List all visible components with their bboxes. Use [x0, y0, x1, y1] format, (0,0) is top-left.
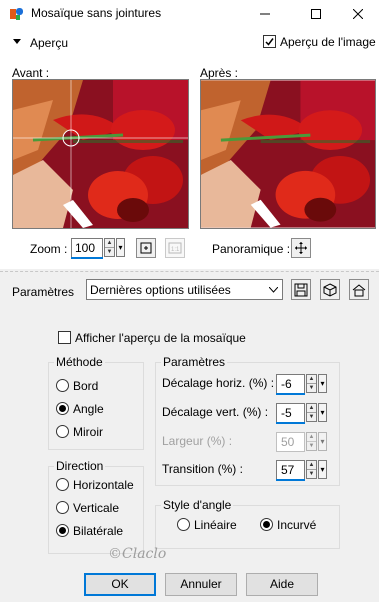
method-radio-1[interactable] — [56, 402, 69, 415]
actual-size-icon: 1:1 — [168, 242, 182, 254]
h-offset-input[interactable]: -6 — [276, 374, 305, 394]
show-image-preview-checkbox[interactable] — [263, 35, 276, 48]
title-bar: Mosaïque sans jointures — [0, 0, 379, 28]
corner-style-group-title: Style d'angle — [161, 498, 234, 512]
reset-button[interactable] — [349, 279, 369, 300]
method-option-label[interactable]: Angle — [73, 402, 104, 416]
width-label: Largeur (%) : — [162, 434, 233, 448]
direction-radio-2[interactable] — [56, 524, 69, 537]
close-button[interactable] — [335, 0, 379, 28]
window-title: Mosaïque sans jointures — [31, 6, 162, 20]
direction-radio-0[interactable] — [56, 478, 69, 491]
svg-text:1:1: 1:1 — [171, 247, 180, 253]
zoom-label: Zoom : — [30, 242, 68, 256]
zoom-fit-button[interactable] — [136, 238, 156, 258]
show-image-preview-label: Aperçu de l'image — [280, 35, 376, 49]
chevron-down-icon — [269, 287, 278, 293]
before-preview-image[interactable] — [12, 79, 189, 229]
method-option-label[interactable]: Miroir — [73, 425, 103, 439]
parameters-group-title: Paramètres — [161, 355, 228, 369]
collapse-arrow-icon[interactable] — [12, 38, 22, 46]
h-offset-dropdown-arrow[interactable]: ▾ — [318, 374, 327, 393]
width-spinner[interactable]: ▲ ▼ — [306, 432, 317, 451]
corner_style-option-label[interactable]: Incurvé — [277, 518, 316, 532]
corner_style-radio-0[interactable] — [177, 518, 190, 531]
v-offset-dropdown-arrow[interactable]: ▾ — [318, 403, 327, 422]
help-button[interactable]: Aide — [246, 573, 318, 596]
ok-button[interactable]: OK — [84, 573, 156, 596]
direction-option-label[interactable]: Horizontale — [73, 478, 134, 492]
section-divider — [0, 271, 379, 272]
zoom-dropdown-arrow[interactable]: ▾ — [116, 238, 125, 257]
transition-underline — [276, 479, 305, 481]
transition-input[interactable]: 57 — [276, 460, 305, 480]
transition-spinner[interactable]: ▲ ▼ — [306, 460, 317, 479]
v-offset-input[interactable]: -5 — [276, 403, 305, 423]
h-offset-label: Décalage horiz. (%) : — [162, 376, 275, 390]
width-input[interactable]: 50 — [276, 432, 305, 452]
h-offset-spinner[interactable]: ▲ ▼ — [306, 374, 317, 393]
minimize-icon — [260, 13, 270, 15]
corner_style-option-label[interactable]: Linéaire — [194, 518, 237, 532]
after-label: Après : — [200, 66, 239, 80]
direction-group-title: Direction — [54, 459, 106, 473]
before-label: Avant : — [12, 66, 50, 80]
zoom-input[interactable]: 100 — [71, 238, 103, 258]
reset-defaults-icon — [352, 283, 366, 296]
transition-label: Transition (%) : — [162, 462, 243, 476]
after-preview-image — [200, 79, 376, 229]
maximize-button[interactable] — [293, 0, 339, 28]
width-dropdown-arrow[interactable]: ▾ — [318, 432, 327, 451]
method-option-label[interactable]: Bord — [73, 379, 98, 393]
pan-button[interactable] — [291, 238, 311, 258]
zoom-underline — [71, 257, 103, 259]
close-icon — [353, 9, 363, 19]
poppy-artwork — [13, 80, 188, 228]
transition-dropdown-arrow[interactable]: ▾ — [318, 460, 327, 479]
floppy-disk-icon — [294, 283, 308, 296]
presets-dropdown[interactable]: Dernières options utilisées — [86, 279, 283, 300]
presets-label: Paramètres — [12, 285, 75, 299]
v-offset-underline — [276, 422, 305, 424]
mosaic-preview-label: Afficher l'aperçu de la mosaïque — [75, 331, 246, 345]
direction-option-label[interactable]: Verticale — [73, 501, 119, 515]
watermark-signature: ©Claclo — [108, 546, 167, 562]
method-radio-0[interactable] — [56, 379, 69, 392]
maximize-icon — [311, 9, 321, 19]
corner_style-radio-1[interactable] — [260, 518, 273, 531]
method-group-title: Méthode — [54, 355, 105, 369]
zoom-actual-size-button[interactable]: 1:1 — [165, 238, 185, 258]
zoom-spinner[interactable]: ▲ ▼ — [104, 238, 115, 257]
move-icon — [295, 242, 307, 254]
poppy-artwork-result — [201, 80, 375, 228]
mosaic-preview-checkbox[interactable] — [58, 331, 71, 344]
checkmark-icon — [265, 38, 274, 46]
v-offset-label: Décalage vert. (%) : — [162, 405, 269, 419]
save-preset-button[interactable] — [291, 279, 311, 300]
fit-window-icon — [140, 242, 152, 254]
method-radio-2[interactable] — [56, 425, 69, 438]
dice-icon — [323, 282, 337, 297]
direction-option-label[interactable]: Bilatérale — [73, 524, 123, 538]
pan-label: Panoramique : — [212, 242, 291, 256]
h-offset-underline — [276, 393, 305, 395]
preview-section-label[interactable]: Aperçu — [30, 36, 68, 50]
cancel-button[interactable]: Annuler — [165, 573, 237, 596]
direction-radio-1[interactable] — [56, 501, 69, 514]
v-offset-spinner[interactable]: ▲ ▼ — [306, 403, 317, 422]
randomize-button[interactable] — [320, 279, 340, 300]
app-icon — [10, 8, 23, 20]
minimize-button[interactable] — [242, 0, 288, 28]
